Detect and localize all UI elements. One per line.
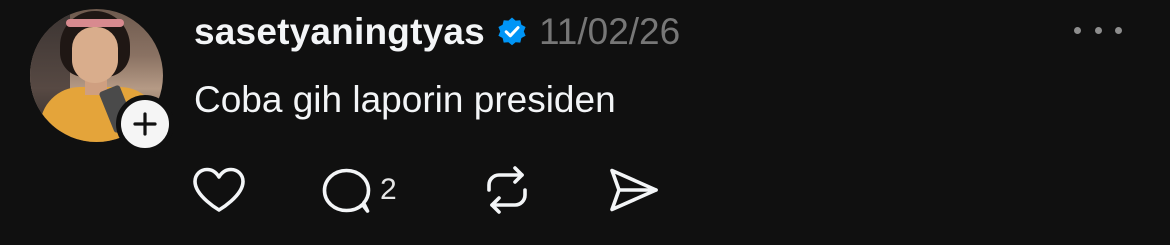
reply-button[interactable]: 2	[318, 160, 397, 220]
more-dot	[1115, 26, 1122, 34]
post-text: Coba gih laporin presiden	[194, 79, 616, 120]
reply-count: 2	[380, 173, 397, 206]
heart-icon	[193, 167, 245, 212]
verified-badge-icon	[498, 17, 526, 46]
post-timestamp: 11/02/26	[538, 11, 681, 52]
send-icon	[610, 168, 658, 212]
thread-post: sasetyaningtyas 11/02/26 Coba gih lapori…	[0, 0, 1170, 245]
avatar-container	[30, 9, 174, 153]
more-dot	[1094, 26, 1102, 34]
share-button[interactable]	[606, 160, 662, 220]
follow-button[interactable]	[116, 95, 174, 153]
more-options-button[interactable]	[1074, 20, 1122, 40]
avatar-face	[72, 27, 118, 83]
plus-icon	[133, 112, 157, 136]
repost-icon	[487, 166, 527, 214]
avatar-headband	[66, 19, 124, 27]
like-button[interactable]	[190, 160, 248, 220]
username[interactable]: sasetyaningtyas	[194, 11, 485, 53]
comment-icon	[322, 168, 371, 213]
repost-button[interactable]	[480, 160, 534, 220]
more-dot	[1074, 26, 1081, 34]
post-header: sasetyaningtyas 11/02/26	[194, 6, 680, 58]
post-actions: 2	[190, 160, 890, 220]
